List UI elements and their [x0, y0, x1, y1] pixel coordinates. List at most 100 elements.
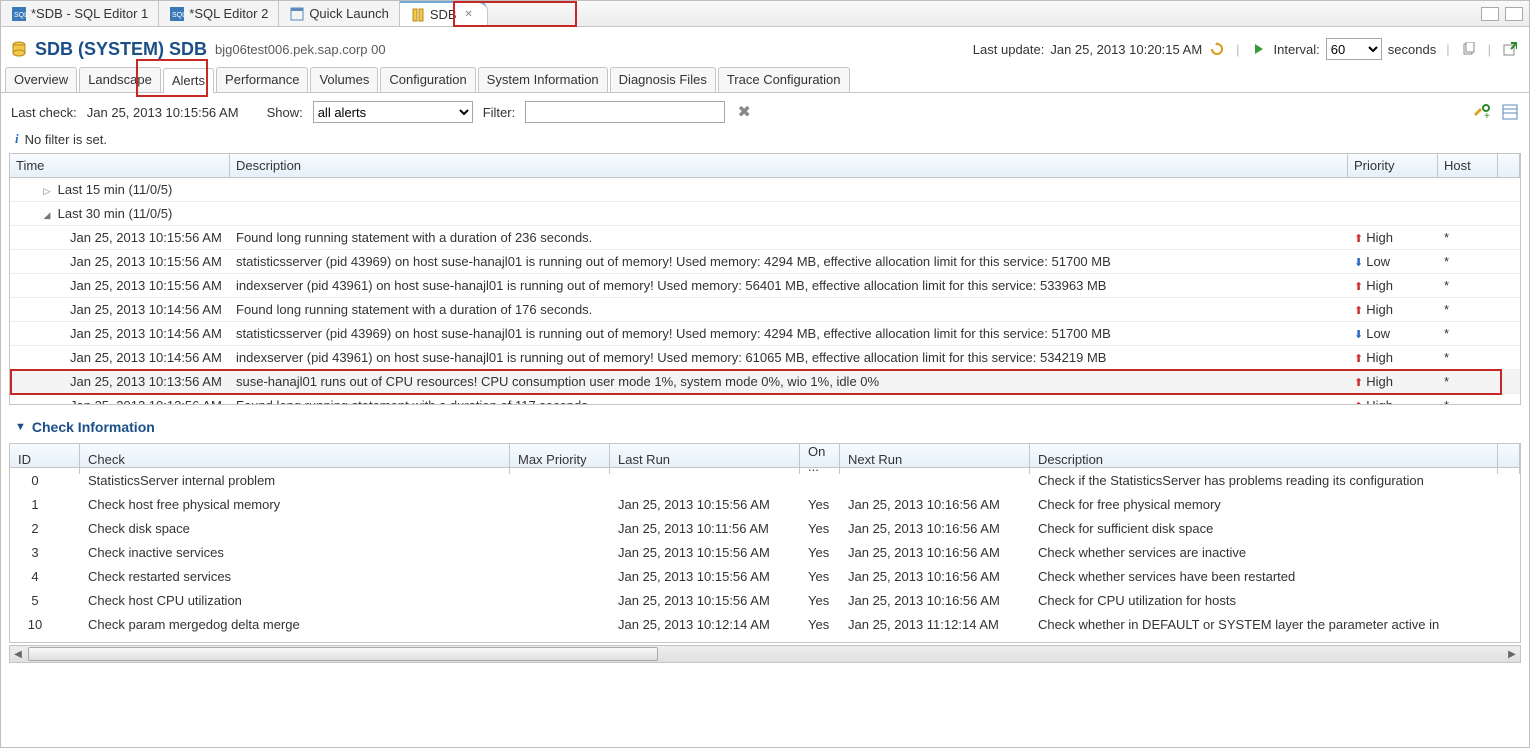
table-row[interactable]: Jan 25, 2013 10:15:56 AMFound long runni… — [10, 226, 1520, 250]
col-host[interactable]: Host — [1438, 154, 1498, 177]
filter-input[interactable] — [525, 101, 725, 123]
cell-check: Check restarted services — [80, 569, 510, 584]
table-row[interactable]: Jan 25, 2013 10:14:56 AMindexserver (pid… — [10, 346, 1520, 370]
tab-label: System Information — [487, 72, 599, 87]
cell-time: Jan 25, 2013 10:14:56 AM — [10, 326, 230, 341]
svg-text:SQL: SQL — [14, 12, 26, 19]
alerts-body[interactable]: ▷ Last 15 min (11/0/5) ◢ Last 30 min (11… — [10, 178, 1520, 404]
export-icon[interactable] — [1501, 40, 1519, 58]
tab-overview[interactable]: Overview — [5, 67, 77, 92]
collapse-icon[interactable]: ◢ — [40, 210, 54, 221]
tab-performance[interactable]: Performance — [216, 67, 308, 92]
editor-tab-sql2[interactable]: SQL *SQL Editor 2 — [159, 1, 279, 26]
maximize-icon[interactable] — [1505, 7, 1523, 21]
col-label: Max Priority — [518, 452, 587, 467]
checks-table: ID Check Max Priority Last Run On ... Ne… — [9, 443, 1521, 643]
expand-icon[interactable]: ▷ — [40, 186, 54, 197]
sql-icon: SQL — [169, 6, 185, 22]
cell-nextrun: Jan 25, 2013 10:16:56 AM — [840, 593, 1030, 608]
tab-label: Volumes — [319, 72, 369, 87]
cell-desc: Check whether in DEFAULT or SYSTEM layer… — [1030, 617, 1498, 632]
cell-id: 0 — [10, 473, 80, 488]
show-label: Show: — [267, 105, 303, 120]
tab-configuration[interactable]: Configuration — [380, 67, 475, 92]
col-label: Time — [16, 158, 44, 173]
tab-landscape[interactable]: Landscape — [79, 67, 161, 92]
table-row[interactable]: 0StatisticsServer internal problemCheck … — [10, 468, 1520, 492]
tab-label: Diagnosis Files — [619, 72, 707, 87]
copy-icon[interactable] — [1460, 40, 1478, 58]
editor-tab-label: *SQL Editor 2 — [189, 6, 268, 21]
last-update-value: Jan 25, 2013 10:20:15 AM — [1050, 42, 1202, 57]
cell-check: Check host free physical memory — [80, 497, 510, 512]
tab-traceconfig[interactable]: Trace Configuration — [718, 67, 850, 92]
col-label: Host — [1444, 158, 1471, 173]
tab-label: Overview — [14, 72, 68, 87]
scroll-right-icon[interactable]: ▶ — [1504, 646, 1520, 662]
alerts-group-row[interactable]: ◢ Last 30 min (11/0/5) — [10, 202, 1520, 226]
editor-tab-quicklaunch[interactable]: Quick Launch — [279, 1, 400, 26]
properties-icon[interactable] — [1501, 103, 1519, 121]
editor-tab-sdb[interactable]: SDB ✕ — [400, 1, 488, 26]
col-time[interactable]: Time — [10, 154, 230, 177]
table-row[interactable]: 1Check host free physical memoryJan 25, … — [10, 492, 1520, 516]
editor-tab-bar: SQL *SDB - SQL Editor 1 SQL *SQL Editor … — [1, 1, 1529, 27]
filter-bar: Last check: Jan 25, 2013 10:15:56 AM Sho… — [1, 93, 1529, 131]
table-row[interactable]: 3Check inactive servicesJan 25, 2013 10:… — [10, 540, 1520, 564]
info-line: i No filter is set. — [1, 131, 1529, 153]
table-row[interactable]: 2Check disk spaceJan 25, 2013 10:11:56 A… — [10, 516, 1520, 540]
show-select[interactable]: all alerts — [313, 101, 473, 123]
table-row[interactable]: Jan 25, 2013 10:14:56 AMFound long runni… — [10, 298, 1520, 322]
interval-select[interactable]: 60 — [1326, 38, 1382, 60]
table-row[interactable]: Jan 25, 2013 10:15:56 AMstatisticsserver… — [10, 250, 1520, 274]
cell-check: Check disk space — [80, 521, 510, 536]
play-icon[interactable] — [1250, 40, 1268, 58]
cell-host: * — [1438, 254, 1498, 269]
checks-header-row: ID Check Max Priority Last Run On ... Ne… — [10, 444, 1520, 468]
tab-diagnosis[interactable]: Diagnosis Files — [610, 67, 716, 92]
tab-systeminfo[interactable]: System Information — [478, 67, 608, 92]
configure-icon[interactable]: + — [1473, 103, 1491, 121]
col-priority[interactable]: Priority — [1348, 154, 1438, 177]
close-icon[interactable]: ✕ — [461, 7, 477, 23]
col-description[interactable]: Description — [230, 154, 1348, 177]
cell-lastrun: Jan 25, 2013 10:15:56 AM — [610, 593, 800, 608]
col-label: Description — [236, 158, 301, 173]
table-row[interactable]: 5Check host CPU utilizationJan 25, 2013 … — [10, 588, 1520, 612]
cell-nextrun: Jan 25, 2013 10:16:56 AM — [840, 545, 1030, 560]
cell-description: statisticsserver (pid 43969) on host sus… — [230, 254, 1348, 269]
table-row[interactable]: 4Check restarted servicesJan 25, 2013 10… — [10, 564, 1520, 588]
table-row[interactable]: Jan 25, 2013 10:13:56 AMsuse-hanajl01 ru… — [10, 370, 1520, 394]
scroll-left-icon[interactable]: ◀ — [10, 646, 26, 662]
alerts-header-row: Time Description Priority Host — [10, 154, 1520, 178]
checks-body[interactable]: 0StatisticsServer internal problemCheck … — [10, 468, 1520, 642]
twistie-icon[interactable]: ▼ — [15, 421, 26, 433]
cell-time: Jan 25, 2013 10:15:56 AM — [10, 278, 230, 293]
table-row[interactable]: Jan 25, 2013 10:13:56 AMFound long runni… — [10, 394, 1520, 404]
cell-id: 3 — [10, 545, 80, 560]
cell-host: * — [1438, 302, 1498, 317]
cell-desc: Check whether services have been restart… — [1030, 569, 1498, 584]
horizontal-scrollbar[interactable]: ◀ ▶ — [9, 645, 1521, 663]
alerts-group-row[interactable]: ▷ Last 15 min (11/0/5) — [10, 178, 1520, 202]
tab-alerts[interactable]: Alerts — [163, 68, 214, 93]
col-label: Priority — [1354, 158, 1394, 173]
clear-filter-icon[interactable]: ✖ — [735, 103, 753, 121]
window-icon — [289, 6, 305, 22]
cell-priority: High — [1348, 230, 1438, 245]
check-info-header[interactable]: ▼ Check Information — [1, 405, 1529, 443]
cell-priority: Low — [1348, 326, 1438, 341]
cell-on: Yes — [800, 569, 840, 584]
refresh-icon[interactable] — [1208, 40, 1226, 58]
tab-volumes[interactable]: Volumes — [310, 67, 378, 92]
cell-priority: High — [1348, 374, 1438, 389]
table-row[interactable]: 10Check param mergedog delta mergeJan 25… — [10, 612, 1520, 636]
editor-tab-sql1[interactable]: SQL *SDB - SQL Editor 1 — [1, 1, 159, 26]
cell-time: Jan 25, 2013 10:15:56 AM — [10, 254, 230, 269]
tab-label: Performance — [225, 72, 299, 87]
scroll-thumb[interactable] — [28, 647, 658, 661]
table-row[interactable]: Jan 25, 2013 10:14:56 AMstatisticsserver… — [10, 322, 1520, 346]
system-icon — [410, 7, 426, 23]
table-row[interactable]: Jan 25, 2013 10:15:56 AMindexserver (pid… — [10, 274, 1520, 298]
minimize-icon[interactable] — [1481, 7, 1499, 21]
